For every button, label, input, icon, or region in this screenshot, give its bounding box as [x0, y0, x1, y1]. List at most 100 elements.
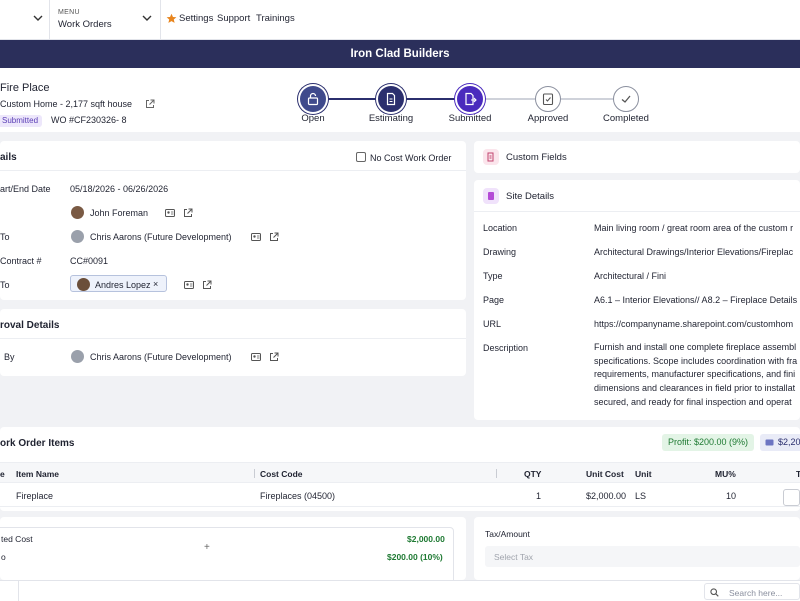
assigned-to-label: To: [0, 232, 10, 242]
search-placeholder: Search here...: [729, 588, 783, 598]
external-link-icon[interactable]: [269, 352, 279, 362]
drawing-value: Architectural Drawings/Interior Elevatio…: [594, 247, 794, 257]
assigned-to-value: Chris Aarons (Future Development): [90, 232, 232, 242]
url-value[interactable]: https://companyname.sharepoint.com/custo…: [594, 319, 793, 329]
col-header: e: [0, 469, 5, 479]
details-card: ails No Cost Work Order art/End Date 05/…: [0, 141, 466, 300]
col-header-item-name[interactable]: Item Name: [16, 469, 59, 479]
external-link-icon[interactable]: [145, 99, 155, 109]
support-link[interactable]: Support: [217, 13, 250, 24]
start-end-date-label: art/End Date: [0, 184, 51, 194]
total-badge: $2,20: [760, 434, 800, 451]
summary-box: ted Cost $2,000.00 + o $200.00 (10%): [0, 527, 454, 587]
menu-caption: MENU: [58, 9, 80, 16]
contact-card-icon[interactable]: [251, 352, 261, 362]
step-label-estimating: Estimating: [368, 113, 414, 124]
contact-card-icon[interactable]: [165, 208, 175, 218]
col-header-mu[interactable]: MU%: [715, 469, 736, 479]
step-open[interactable]: [300, 86, 326, 112]
avatar: [71, 230, 84, 243]
work-order-number: WO #CF230326- 8: [51, 115, 127, 125]
tax-select[interactable]: Select Tax: [485, 546, 800, 567]
type-label: Type: [483, 271, 503, 281]
type-value: Architectural / Fini: [594, 271, 667, 281]
col-header-qty[interactable]: QTY: [524, 469, 541, 479]
estimated-cost-value: $2,000.00: [407, 534, 445, 544]
divider: [0, 170, 466, 171]
step-completed[interactable]: [613, 86, 639, 112]
stepper-connector: [483, 98, 535, 100]
external-link-icon[interactable]: [183, 208, 193, 218]
column-divider: [254, 469, 255, 478]
contract-value: CC#0091: [70, 256, 109, 266]
approval-details-card: roval Details By Chris Aarons (Future De…: [0, 309, 466, 376]
chevron-down-icon[interactable]: [32, 12, 44, 24]
avatar: [71, 350, 84, 363]
external-link-icon[interactable]: [202, 280, 212, 290]
tax-amount-label: Tax/Amount: [485, 529, 530, 539]
col-header-total[interactable]: T: [796, 469, 800, 479]
step-approved[interactable]: [535, 86, 561, 112]
stepper-connector: [404, 98, 457, 100]
settings-link[interactable]: Settings: [179, 13, 213, 24]
start-end-date-value: 05/18/2026 - 06/26/2026: [70, 184, 169, 194]
step-label-open: Open: [301, 113, 325, 124]
trainings-link[interactable]: Trainings: [256, 13, 295, 24]
no-cost-label: No Cost Work Order: [370, 153, 452, 163]
tax-select-placeholder: Select Tax: [494, 552, 534, 562]
custom-fields-icon: [483, 149, 499, 165]
col-header-unit[interactable]: Unit: [635, 469, 652, 479]
qty-cell: 1: [536, 491, 542, 501]
tax-card: Tax/Amount Select Tax: [474, 517, 800, 580]
status-badge: Submitted: [0, 115, 43, 127]
add-icon[interactable]: +: [204, 542, 210, 553]
stepper-connector: [561, 98, 613, 100]
contact-chip[interactable]: Andres Lopez ×: [70, 275, 167, 292]
approved-by-label: By: [4, 352, 15, 362]
nav-divider: [49, 0, 50, 40]
stepper-connector: [327, 98, 378, 100]
company-banner: Iron Clad Builders: [0, 40, 800, 68]
cost-code-cell: Fireplaces (04500): [260, 491, 336, 501]
contact-card-icon[interactable]: [251, 232, 261, 242]
drawing-label: Drawing: [483, 247, 517, 257]
custom-fields-title: Custom Fields: [506, 152, 567, 163]
step-estimating[interactable]: [378, 86, 404, 112]
contact-chip-label: Andres Lopez: [95, 280, 151, 290]
step-label-approved: Approved: [527, 113, 569, 124]
approval-title: roval Details: [0, 320, 60, 331]
check-icon: [621, 95, 631, 103]
row-checkbox[interactable]: [783, 489, 800, 506]
site-details-icon: [483, 188, 499, 204]
contact-card-icon[interactable]: [184, 280, 194, 290]
site-details-card: Site Details Location Main living room /…: [474, 180, 800, 420]
location-value: Main living room / great room area of th…: [594, 223, 794, 233]
avatar: [71, 206, 84, 219]
custom-fields-card[interactable]: Custom Fields: [474, 141, 800, 173]
search-input[interactable]: Search here...: [704, 583, 800, 600]
step-submitted[interactable]: [457, 86, 483, 112]
column-divider: [496, 469, 497, 478]
remove-chip-icon[interactable]: ×: [153, 279, 158, 289]
invoiced-to-label: To: [0, 280, 10, 290]
profit-badge: Profit: $200.00 (9%): [662, 434, 755, 451]
chevron-down-icon[interactable]: [141, 12, 153, 24]
divider: [474, 211, 800, 212]
no-cost-checkbox[interactable]: [356, 152, 366, 162]
work-order-header: Fire Place Custom Home - 2,177 sqft hous…: [0, 68, 800, 132]
items-table-header: [0, 462, 800, 483]
menu-selector[interactable]: Work Orders: [58, 19, 112, 30]
submit-document-icon: [465, 92, 477, 106]
site-details-title: Site Details: [506, 191, 555, 202]
external-link-icon[interactable]: [269, 232, 279, 242]
lock-open-icon: [307, 92, 319, 106]
step-label-submitted: Submitted: [448, 113, 492, 124]
search-icon: [710, 588, 719, 597]
col-header-unit-cost[interactable]: Unit Cost: [586, 469, 624, 479]
col-header-cost-code[interactable]: Cost Code: [260, 469, 303, 479]
divider: [18, 581, 19, 601]
work-order-items-card: ork Order Items Profit: $200.00 (9%) $2,…: [0, 427, 800, 511]
divider: [0, 338, 466, 339]
cash-icon: [765, 439, 774, 446]
contract-label: Contract #: [0, 256, 42, 266]
